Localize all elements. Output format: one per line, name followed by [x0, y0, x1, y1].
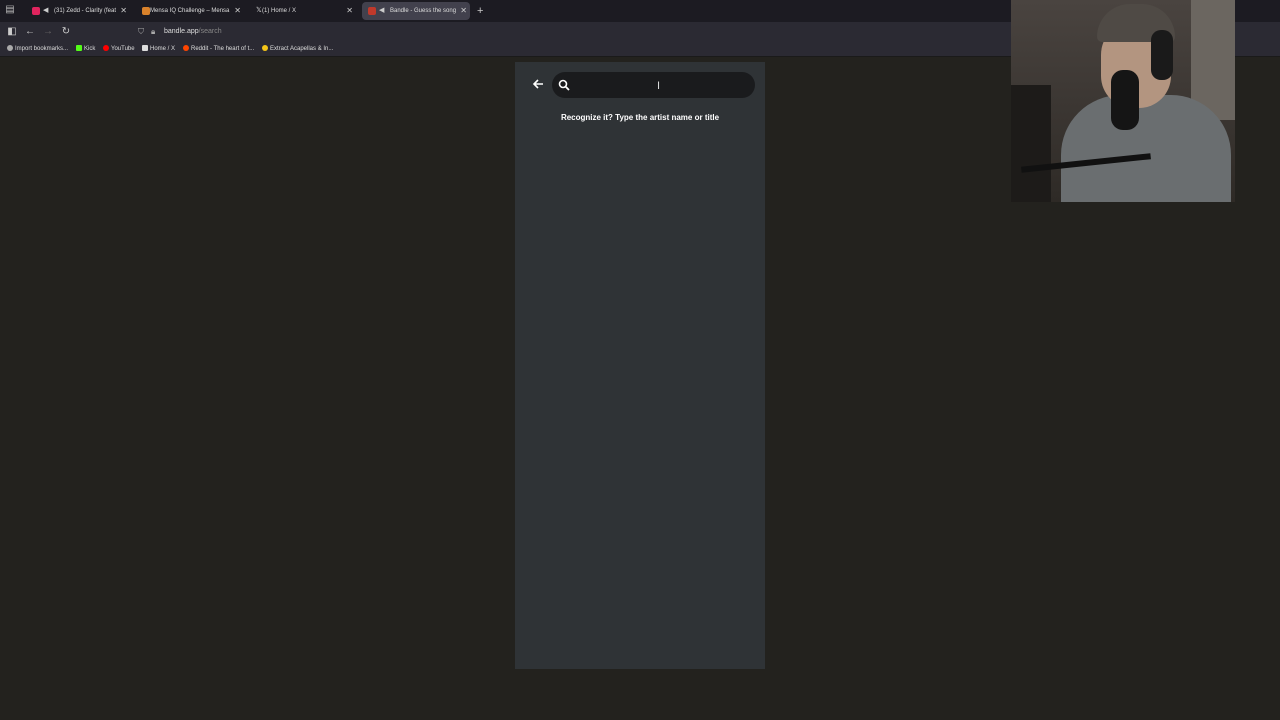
search-input[interactable] [578, 75, 752, 97]
youtube-icon [103, 45, 109, 51]
url-text[interactable]: bandle.app/search [164, 24, 222, 40]
bookmark-label: Extract Acapellas & In... [270, 46, 334, 52]
speaker-icon[interactable]: ◀ [43, 2, 48, 20]
tab-bandle[interactable]: ◀ Bandle - Guess the song, c ✕ [362, 2, 470, 20]
bookmark-kick[interactable]: Kick [76, 42, 95, 56]
url-bar[interactable]: ⛉ 🔒︎ bandle.app/search [134, 24, 1010, 40]
forward-icon[interactable]: → [41, 25, 55, 39]
bookmark-label: Home / X [150, 46, 176, 52]
bookmark-youtube[interactable]: YouTube [103, 42, 135, 56]
close-tab-icon[interactable]: ✕ [120, 2, 127, 20]
arrow-left-icon [532, 79, 543, 89]
tab-mensa[interactable]: Mensa IQ Challenge – Mensa I ✕ [136, 2, 244, 20]
kick-icon [76, 45, 82, 51]
webcam-headset [1151, 30, 1173, 80]
webcam-person-body [1061, 95, 1231, 202]
bookmark-label: Import bookmarks... [15, 46, 69, 52]
reddit-icon [183, 45, 189, 51]
close-tab-icon[interactable]: ✕ [346, 2, 353, 20]
speaker-icon[interactable]: ◀ [379, 2, 384, 20]
x-logo-icon [142, 45, 148, 51]
search-panel [515, 62, 765, 669]
shield-icon[interactable]: ⛉ [138, 24, 144, 40]
close-tab-icon[interactable]: ✕ [460, 2, 467, 20]
bookmark-x-home[interactable]: Home / X [142, 42, 175, 56]
tab-title: (1) Home / X [262, 8, 297, 14]
bookmark-label: Reddit - The heart of t... [191, 46, 255, 52]
tab-list-icon[interactable]: ▤ [4, 4, 16, 16]
search-prompt-text: Recognize it? Type the artist name or ti… [560, 113, 720, 122]
lock-icon[interactable]: 🔒︎ [151, 24, 155, 40]
bookmark-import[interactable]: Import bookmarks... [7, 42, 68, 56]
tab-zedd[interactable]: ◀ (31) Zedd - Clarity (feat. Fo ✕ [26, 2, 130, 20]
text-cursor-icon: I [657, 80, 661, 92]
youtube-favicon-icon [32, 7, 40, 15]
close-tab-icon[interactable]: ✕ [234, 2, 241, 20]
bandle-favicon-icon [368, 7, 376, 15]
tab-title: Bandle - Guess the song, c [390, 8, 456, 14]
tab-x-home[interactable]: 𝕏 (1) Home / X ✕ [250, 2, 356, 20]
mensa-favicon-icon [142, 7, 150, 15]
tab-title: Mensa IQ Challenge – Mensa I [150, 8, 230, 14]
new-tab-button[interactable]: + [477, 3, 483, 19]
webcam-overlay [1011, 0, 1235, 202]
search-icon [558, 77, 572, 93]
extract-icon [262, 45, 268, 51]
webcam-equipment-rack [1011, 85, 1051, 202]
sidebar-icon[interactable]: ◧ [5, 25, 19, 39]
tab-title: (31) Zedd - Clarity (feat. Fo [54, 8, 116, 14]
url-path: /search [198, 28, 222, 35]
url-host: bandle.app [164, 28, 199, 35]
bookmark-label: Kick [84, 46, 96, 52]
bookmark-extract[interactable]: Extract Acapellas & In... [262, 42, 333, 56]
reload-icon[interactable]: ↻ [59, 25, 73, 39]
back-icon[interactable]: ← [23, 25, 37, 39]
bookmark-label: YouTube [111, 46, 135, 52]
song-search-box[interactable] [552, 72, 755, 98]
back-arrow-button[interactable] [530, 78, 546, 94]
bookmark-reddit[interactable]: Reddit - The heart of t... [183, 42, 254, 56]
webcam-microphone [1111, 70, 1139, 130]
import-icon [7, 45, 13, 51]
